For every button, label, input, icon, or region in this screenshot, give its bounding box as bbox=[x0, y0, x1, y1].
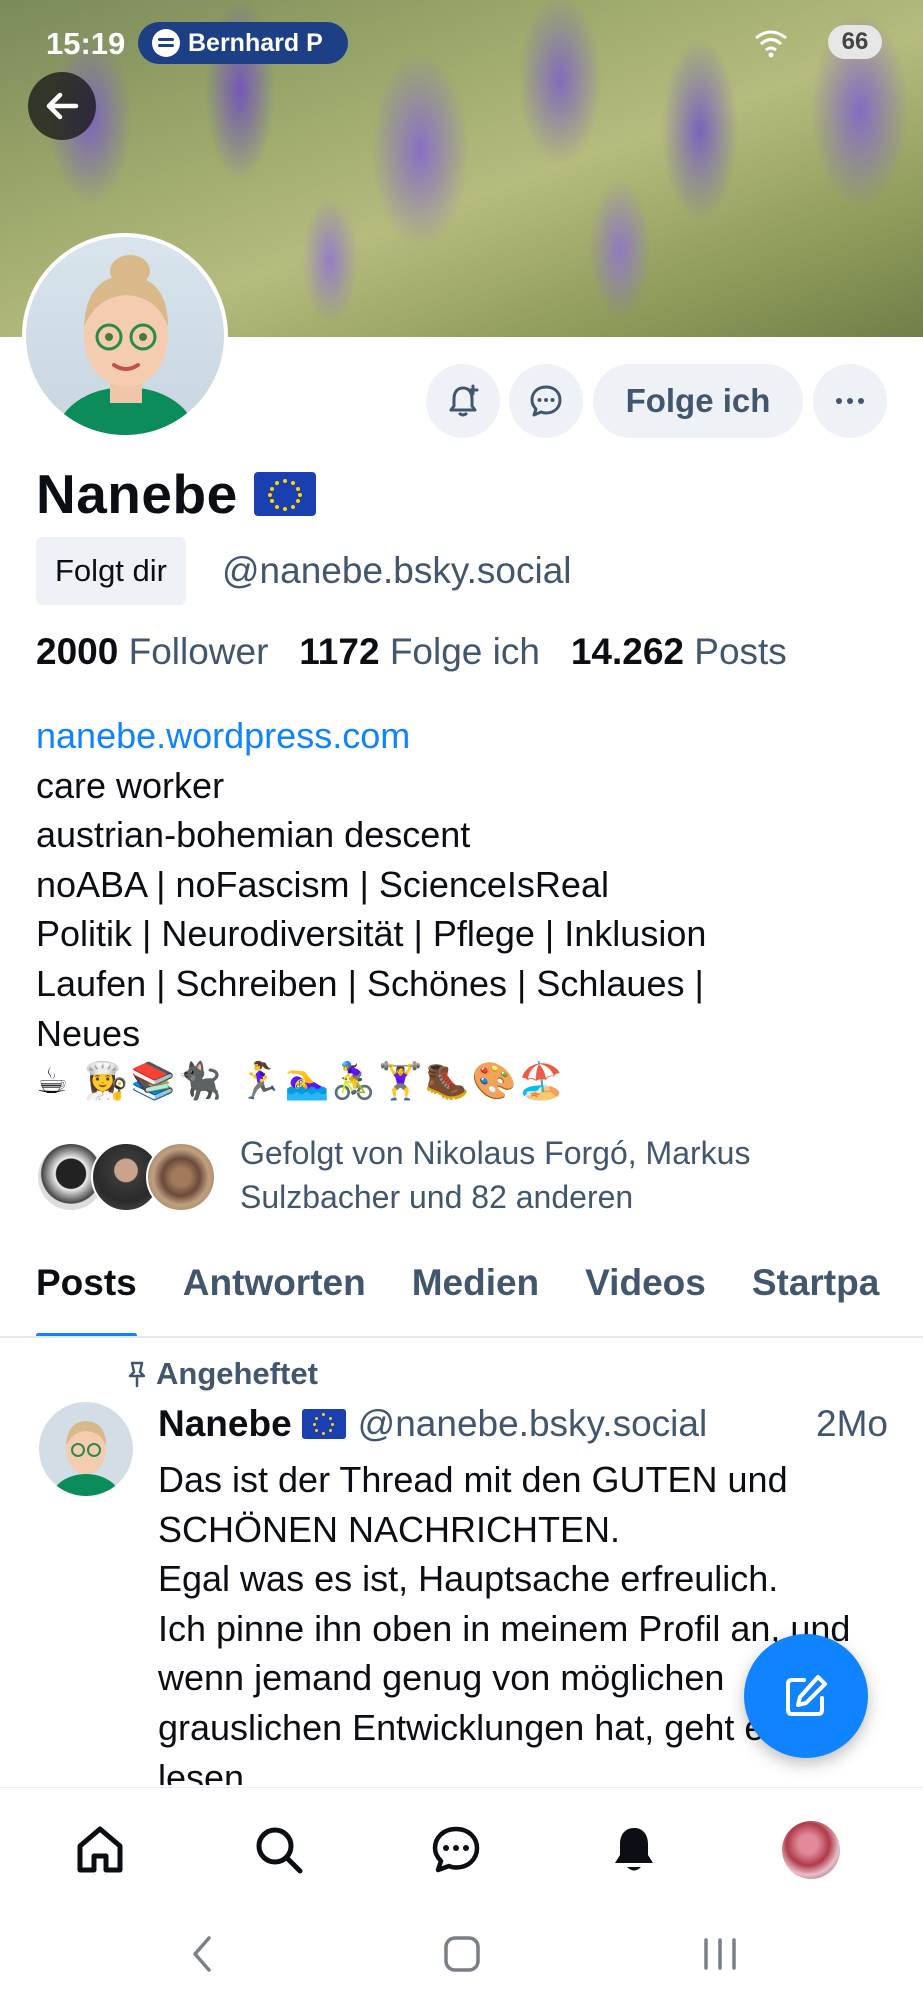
pin-icon bbox=[128, 1361, 146, 1388]
nav-profile[interactable] bbox=[779, 1818, 843, 1882]
bell-plus-icon bbox=[449, 384, 479, 417]
more-dots-icon bbox=[836, 398, 864, 404]
more-options-button[interactable] bbox=[813, 364, 887, 438]
spotify-icon bbox=[152, 29, 180, 57]
bio-line: noABA | noFascism | ScienceIsReal bbox=[36, 863, 609, 905]
status-bar: 15:19 Bernhard P 66 bbox=[0, 0, 923, 86]
system-navigation-bar bbox=[0, 1907, 923, 2000]
recents-icon bbox=[704, 1938, 736, 1970]
status-time: 15:19 bbox=[46, 26, 126, 61]
nav-chat[interactable] bbox=[424, 1818, 488, 1882]
posts-stat: 14.262 Posts bbox=[571, 631, 787, 672]
posts-label: Posts bbox=[694, 631, 787, 672]
bio-line: care worker bbox=[36, 764, 225, 806]
wifi-icon bbox=[753, 28, 789, 65]
posts-count: 14.262 bbox=[570, 631, 684, 672]
pinned-text: Angeheftet bbox=[156, 1356, 318, 1391]
message-button[interactable] bbox=[509, 364, 583, 438]
post-author-handle: @nanebe.bsky.social bbox=[357, 1403, 708, 1444]
bio-line: Laufen | Schreiben | Schönes | Schlaues … bbox=[36, 962, 704, 1004]
followers-count: 2000 bbox=[36, 631, 119, 672]
chevron-left-icon bbox=[193, 1936, 211, 1972]
chat-bubble-icon bbox=[432, 1826, 480, 1873]
eu-flag-icon bbox=[301, 1409, 346, 1439]
profile-stats: 2000 Follower 1172 Folge ich 14.262 Post… bbox=[36, 631, 787, 673]
following-stat[interactable]: 1172 Folge ich bbox=[299, 631, 540, 672]
post-author-name: Nanebe bbox=[158, 1403, 292, 1444]
tab-replies[interactable]: Antworten bbox=[183, 1234, 366, 1336]
back-button[interactable] bbox=[28, 72, 96, 140]
pinned-label: Angeheftet bbox=[124, 1356, 318, 1392]
eu-flag-icon bbox=[253, 472, 316, 516]
home-square-icon bbox=[444, 1936, 480, 1972]
tab-starterpacks[interactable]: Startpa bbox=[752, 1234, 879, 1336]
profile-bio: nanebe.wordpress.com care worker austria… bbox=[36, 711, 886, 1058]
post-author-avatar[interactable] bbox=[39, 1402, 133, 1496]
bio-line: Neues bbox=[36, 1012, 141, 1054]
bio-line: austrian-bohemian descent bbox=[36, 814, 471, 856]
bottom-navigation bbox=[0, 1787, 923, 1908]
profile-handle: @nanebe.bsky.social bbox=[222, 550, 572, 591]
battery-indicator: 66 bbox=[828, 25, 882, 59]
following-count: 1172 bbox=[299, 631, 380, 672]
followers-stat[interactable]: 2000 Follower bbox=[36, 631, 268, 672]
tab-posts[interactable]: Posts bbox=[36, 1234, 137, 1336]
system-recents-button[interactable] bbox=[690, 1929, 750, 1979]
arrow-left-icon bbox=[46, 92, 79, 120]
tab-media[interactable]: Medien bbox=[412, 1234, 539, 1336]
nav-search[interactable] bbox=[247, 1818, 311, 1882]
notification-subscribe-button[interactable] bbox=[426, 364, 500, 438]
compose-button[interactable] bbox=[744, 1634, 868, 1758]
profile-name: Nanebe bbox=[36, 462, 316, 526]
nav-home[interactable] bbox=[68, 1818, 132, 1882]
followed-by-text[interactable]: Gefolgt von Nikolaus Forgó, Markus Sulzb… bbox=[240, 1131, 880, 1219]
bio-website-link[interactable]: nanebe.wordpress.com bbox=[36, 715, 410, 756]
bio-line: Politik | Neurodiversität | Pflege | Ink… bbox=[36, 913, 707, 955]
chat-bubble-icon bbox=[530, 385, 562, 417]
following-label: Folge ich bbox=[389, 631, 540, 672]
compose-icon bbox=[786, 1675, 827, 1716]
media-label: Bernhard P bbox=[188, 28, 323, 57]
home-icon bbox=[77, 1826, 123, 1873]
media-indicator[interactable]: Bernhard P bbox=[138, 22, 348, 64]
search-icon bbox=[256, 1827, 303, 1874]
own-avatar bbox=[782, 1821, 840, 1879]
system-back-button[interactable] bbox=[172, 1929, 232, 1979]
nav-notifications[interactable] bbox=[602, 1818, 666, 1882]
profile-tabs: Posts Antworten Medien Videos Startpa bbox=[0, 1234, 923, 1338]
bio-emojis: ☕ 👩‍🍳📚🐈‍⬛ 🏃‍♀️🏊‍♀️🚴‍♀️🏋️‍♀️🥾🎨🏖️ bbox=[36, 1061, 566, 1102]
follows-you-badge: Folgt dir bbox=[36, 537, 186, 605]
follower-avatar bbox=[146, 1142, 216, 1212]
display-name: Nanebe bbox=[36, 463, 238, 525]
tab-videos[interactable]: Videos bbox=[585, 1234, 706, 1336]
profile-avatar[interactable] bbox=[22, 233, 228, 439]
bell-icon bbox=[615, 1828, 653, 1871]
followed-by-avatars[interactable] bbox=[36, 1142, 216, 1212]
following-button[interactable]: Folge ich bbox=[593, 364, 803, 438]
system-home-button[interactable] bbox=[432, 1929, 492, 1979]
post-timestamp: 2Mo bbox=[816, 1403, 888, 1444]
post-header[interactable]: Nanebe @nanebe.bsky.social 2Mo bbox=[158, 1403, 888, 1445]
followers-label: Follower bbox=[128, 631, 269, 672]
